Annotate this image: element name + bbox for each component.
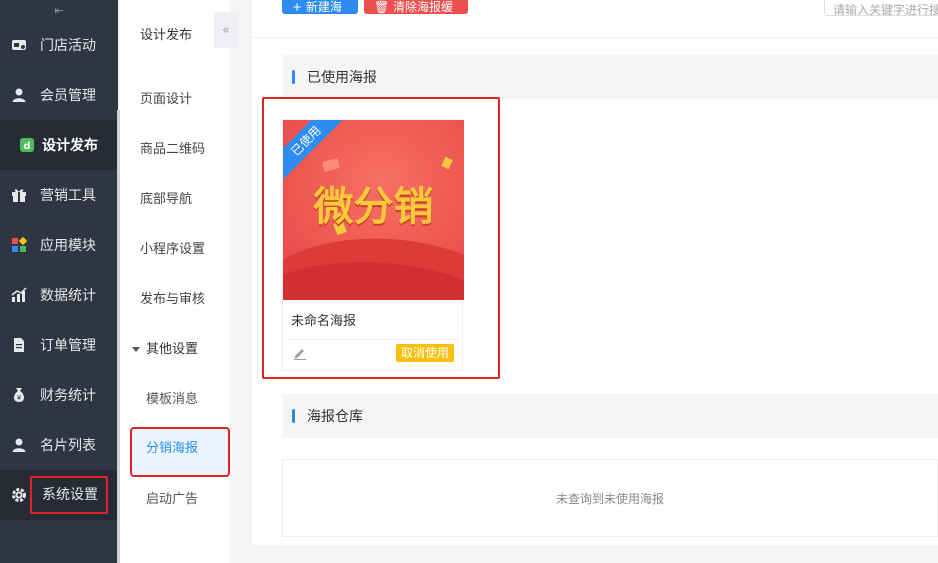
submenu-item-publish-review[interactable]: 发布与审核 — [140, 288, 205, 307]
sidebar-item-label: 名片列表 — [40, 438, 96, 454]
chart-icon — [10, 286, 28, 304]
section-accent — [292, 70, 295, 84]
sidebar-item-statistics[interactable]: 数据统计 — [0, 270, 118, 320]
caret-down-icon — [132, 347, 140, 352]
sidebar-item-finance[interactable]: ¥ 财务统计 — [0, 370, 118, 420]
section-title: 海报仓库 — [307, 409, 363, 425]
sidebar-item-design-publish[interactable]: d 设计发布 — [0, 120, 118, 170]
gear-icon — [10, 486, 28, 504]
section-accent — [292, 409, 295, 423]
sidebar-collapse-button[interactable]: ⇤ — [0, 0, 118, 20]
main-sidebar: ⇤ 门店活动 会员管理 d 设计发布 营销工具 应用模块 数据统计 订单管理 ¥… — [0, 0, 118, 563]
svg-text:¥: ¥ — [17, 394, 22, 402]
submenu-item-miniapp-settings[interactable]: 小程序设置 — [140, 238, 205, 257]
new-poster-button[interactable]: + 新建海报 — [282, 0, 358, 31]
section-used-posters: 已使用海报 — [282, 55, 938, 99]
submenu-title: 设计发布 — [140, 28, 193, 43]
sidebar-item-marketing[interactable]: 营销工具 — [0, 170, 118, 220]
sidebar-item-orders[interactable]: 订单管理 — [0, 320, 118, 370]
sidebar-item-label: 门店活动 — [40, 38, 96, 54]
apps-icon — [10, 236, 28, 254]
cancel-use-button[interactable]: 取消使用 — [395, 344, 454, 362]
submenu-group-label: 其他设置 — [146, 342, 199, 357]
submenu-item-distribution-poster[interactable]: 分销海报 — [132, 429, 228, 475]
clear-cache-button[interactable]: 🗑 清除海报缓存 — [364, 0, 468, 31]
pencil-icon[interactable] — [293, 346, 307, 364]
design-icon: d — [18, 136, 36, 154]
submenu-item-launch-ad[interactable]: 启动广告 — [146, 488, 198, 507]
sidebar-item-label: 会员管理 — [40, 88, 96, 104]
sidebar-item-label: 设计发布 — [42, 138, 98, 154]
submenu-item-template-message[interactable]: 模板消息 — [146, 388, 198, 407]
sidebar-item-label: 应用模块 — [40, 238, 96, 254]
poster-headline: 微分销 — [313, 184, 434, 230]
sidebar-item-label: 数据统计 — [40, 288, 96, 304]
toolbar: + 新建海报 🗑 清除海报缓存 请输入关键字进行搜 — [252, 0, 938, 38]
document-icon — [10, 336, 28, 354]
money-bag-icon: ¥ — [10, 386, 28, 404]
poster-name: 未命名海报 — [289, 300, 456, 340]
sidebar-item-system-settings[interactable]: 系统设置 — [0, 470, 118, 520]
secondary-menu: 设计发布 « 页面设计 商品二维码 底部导航 小程序设置 发布与审核 其他设置 … — [120, 0, 238, 563]
submenu-item-product-qrcode[interactable]: 商品二维码 — [140, 138, 205, 157]
submenu-collapse-button[interactable]: « — [214, 12, 238, 48]
sidebar-item-store-activity[interactable]: 门店活动 — [0, 20, 118, 70]
sidebar-item-label: 订单管理 — [40, 338, 96, 354]
submenu-item-bottom-nav[interactable]: 底部导航 — [140, 188, 192, 207]
section-poster-warehouse: 海报仓库 — [282, 394, 938, 438]
gift-icon — [10, 186, 28, 204]
store-icon — [10, 36, 28, 54]
submenu-group-other-settings[interactable]: 其他设置 — [132, 338, 198, 357]
sidebar-item-label: 营销工具 — [40, 188, 96, 204]
poster-card[interactable]: 微分销 已使用 未命名海报 取消使用 — [282, 119, 464, 371]
poster-thumbnail[interactable]: 微分销 已使用 — [283, 120, 464, 300]
sidebar-item-business-cards[interactable]: 名片列表 — [0, 420, 118, 470]
main-content: + 新建海报 🗑 清除海报缓存 请输入关键字进行搜 已使用海报 微分销 已使用 … — [252, 0, 938, 563]
sidebar-item-app-modules[interactable]: 应用模块 — [0, 220, 118, 270]
sidebar-item-members[interactable]: 会员管理 — [0, 70, 118, 120]
page-bottom-strip — [252, 545, 938, 563]
sidebar-item-label: 财务统计 — [40, 388, 96, 404]
sidebar-item-label: 系统设置 — [30, 476, 108, 514]
user-icon — [10, 436, 28, 454]
svg-text:d: d — [23, 141, 30, 152]
section-title: 已使用海报 — [307, 70, 377, 86]
submenu-item-page-design[interactable]: 页面设计 — [140, 88, 192, 107]
search-input[interactable]: 请输入关键字进行搜 — [824, 0, 938, 16]
empty-state-text: 未查询到未使用海报 — [555, 491, 664, 506]
poster-card-footer: 取消使用 — [283, 336, 464, 370]
user-icon — [10, 86, 28, 104]
empty-state: 未查询到未使用海报 — [282, 459, 938, 537]
